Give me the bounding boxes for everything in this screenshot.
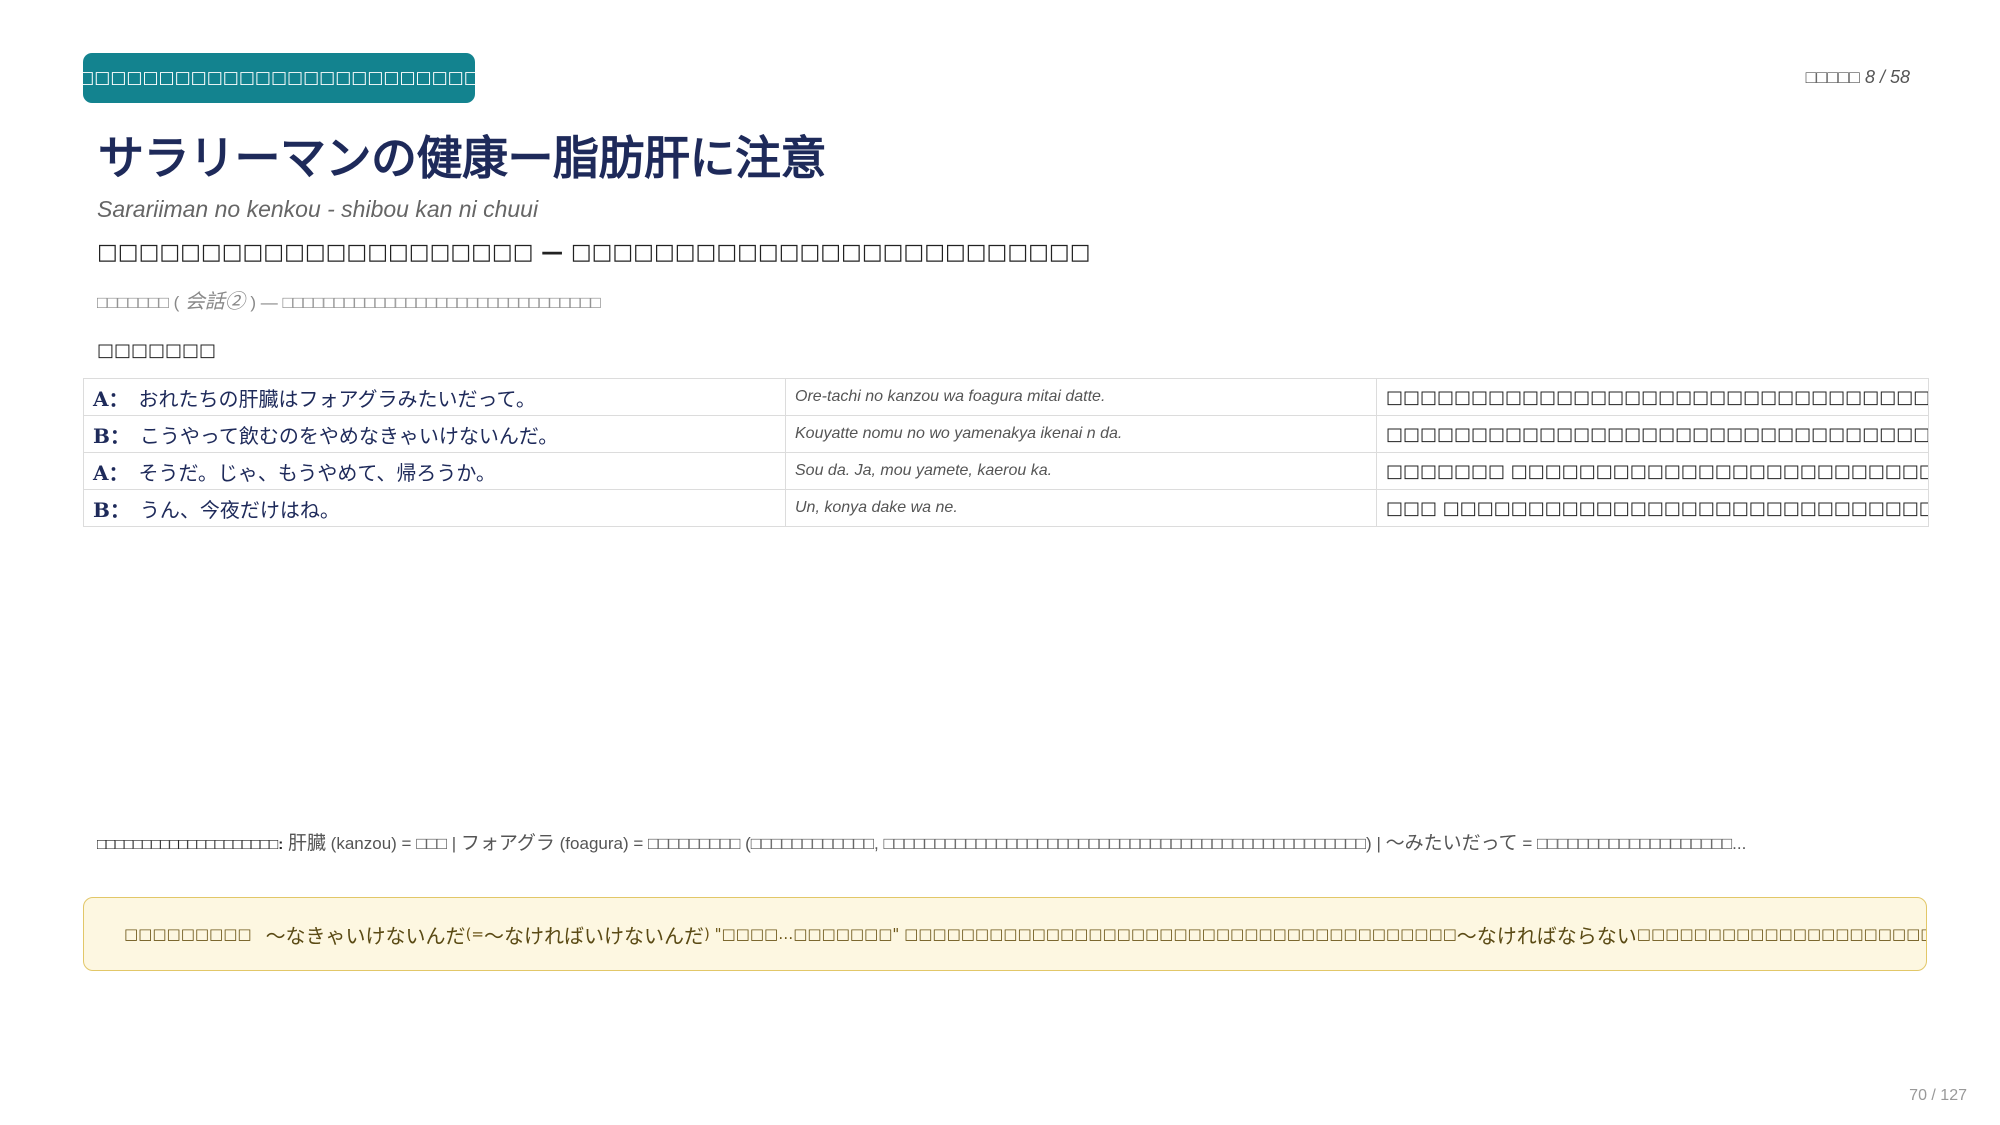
vocab-gloss: (kanzou) = □□□ | bbox=[325, 834, 461, 853]
grammar-note-label: □□□□□□□□□ bbox=[124, 925, 252, 943]
dialogue-romaji: Kouyatte nomu no wo yamenakya ikenai n d… bbox=[785, 415, 1377, 453]
japanese-line: そうだ。じゃ、もうやめて、帰ろうか。 bbox=[138, 460, 496, 485]
grammar-explanation: ) "□□□□…□□□□□□□" □□□□□□□□□□□□□□□□□□□□□□□… bbox=[703, 925, 1457, 943]
vocabulary-line: □□□□□□□□□□□□□□□□□□□□: 肝臓 (kanzou) = □□□ … bbox=[97, 828, 1746, 855]
vocab-word: 肝臓 bbox=[287, 832, 326, 854]
grammar-tail: □□□□□□□□□□□□□□□□□□□□□□□□□□□□□□□□□□□□□□□□… bbox=[1636, 925, 1926, 943]
vocabulary-label: □□□□□□□□□□□□□□□□□□□□: bbox=[97, 836, 284, 853]
source-pre: □□□□□□□ ( bbox=[97, 293, 180, 312]
dialogue-translation: □□□□□□□□□□□□□□□□□□□□□□□□□□□□□□□□□□□□□□□□… bbox=[1376, 378, 1929, 416]
title-romaji: Sarariiman no kenkou - shibou kan ni chu… bbox=[97, 196, 539, 222]
dialogue-romaji: Ore-tachi no kanzou wa foagura mitai dat… bbox=[785, 378, 1377, 416]
japanese-line: おれたちの肝臓はフォアグラみたいだって。 bbox=[138, 386, 536, 411]
grammar-note: □□□□□□□□□ 〜なきゃいけないんだ (= 〜なければいけないんだ) "□□… bbox=[83, 897, 1927, 971]
source-post: ) — □□□□□□□□□□□□□□□□□□□□□□□□□□□□□□□ bbox=[250, 293, 601, 312]
source-line: □□□□□□□ ( 会話② ) — □□□□□□□□□□□□□□□□□□□□□□… bbox=[97, 285, 601, 314]
grammar-equivalent: 〜なければいけないんだ bbox=[483, 923, 704, 948]
dialogue-table: A： おれたちの肝臓はフォアグラみたいだって。 Ore-tachi no kanz… bbox=[83, 378, 1929, 527]
dialogue-row: B： こうやって飲むのをやめなきゃいけないんだ。 Kouyatte nomu no… bbox=[83, 415, 1929, 453]
grammar-pattern: 〜なきゃいけないんだ bbox=[265, 923, 466, 948]
speaker-label: B： bbox=[93, 423, 130, 448]
vocab-gloss: = □□□□□□□□□□□□□□□□□□□... bbox=[1517, 834, 1747, 853]
dialogue-translation: □□□□□□□ □□□□□□□□□□□□□□□□□□□□□□□□□□□□□□□□… bbox=[1376, 452, 1929, 490]
section-label: □□□□□□□ bbox=[97, 340, 217, 361]
page-title: サラリーマンの健康ー脂肪肝に注意 bbox=[98, 131, 827, 185]
dialogue-translation: □□□ □□□□□□□□□□□□□□□□□□□□□□□□□□□□□ bbox=[1376, 489, 1929, 527]
dialogue-japanese: A： そうだ。じゃ、もうやめて、帰ろうか。 bbox=[83, 452, 786, 490]
dialogue-japanese: B： こうやって飲むのをやめなきゃいけないんだ。 bbox=[83, 415, 786, 453]
lesson-badge: □□□□□□□□□□□□□□□□□□□□□□□□□□□ bbox=[83, 53, 475, 103]
dialogue-row: A： おれたちの肝臓はフォアグラみたいだって。 Ore-tachi no kanz… bbox=[83, 378, 1929, 416]
dialogue-romaji: Un, konya dake wa ne. bbox=[785, 489, 1377, 527]
vocab-gloss: (foagura) = □□□□□□□□□ (□□□□□□□□□□□□, □□□… bbox=[554, 834, 1386, 853]
speaker-label: B： bbox=[93, 497, 130, 522]
slide-counter: 70 / 127 bbox=[1909, 1087, 1967, 1104]
dialogue-japanese: B： うん、今夜だけはね。 bbox=[83, 489, 786, 527]
dialogue-row: A： そうだ。じゃ、もうやめて、帰ろうか。 Sou da. Ja, mou yam… bbox=[83, 452, 1929, 490]
speaker-label: A： bbox=[93, 386, 129, 411]
vocab-word: フォアグラ bbox=[460, 832, 555, 854]
dialogue-romaji: Sou da. Ja, mou yamete, kaerou ka. bbox=[785, 452, 1377, 490]
speaker-label: A： bbox=[93, 460, 129, 485]
source-episode: 会話② bbox=[179, 291, 251, 313]
page-counter-value: 8 / 58 bbox=[1864, 67, 1910, 87]
grammar-formal: 〜なければならない bbox=[1456, 923, 1637, 948]
japanese-line: うん、今夜だけはね。 bbox=[139, 497, 340, 522]
vocab-word: 〜みたいだって bbox=[1385, 832, 1518, 854]
subtitle: □□□□□□□□□□□□□□□□□□□□□ — □□□□□□□□□□□□□□□□… bbox=[97, 240, 1091, 265]
dialogue-japanese: A： おれたちの肝臓はフォアグラみたいだって。 bbox=[83, 378, 786, 416]
page-counter-label: □□□□□ bbox=[1805, 67, 1860, 87]
page-counter: □□□□□ 8 / 58 bbox=[1806, 67, 1910, 88]
dialogue-translation: □□□□□□□□□□□□□□□□□□□□□□□□□□□□□□□□□□□□□□□ bbox=[1376, 415, 1929, 453]
dialogue-row: B： うん、今夜だけはね。 Un, konya dake wa ne. □□□ □… bbox=[83, 489, 1929, 527]
grammar-equiv-pre: (= bbox=[465, 925, 484, 943]
japanese-line: こうやって飲むのをやめなきゃいけないんだ。 bbox=[139, 423, 559, 448]
